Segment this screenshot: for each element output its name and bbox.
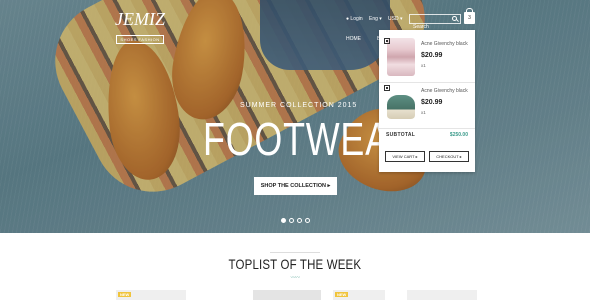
login-label: Login — [350, 16, 363, 22]
slider-dot[interactable] — [305, 218, 310, 223]
product-card[interactable]: NEW — [116, 290, 186, 300]
cart-item-name[interactable]: Acne Givenchy black — [421, 41, 468, 47]
cart-button[interactable]: 3 — [464, 8, 475, 24]
cart-item-qty: x1 — [421, 110, 426, 115]
cart-dropdown: Acne Givenchy black $20.99 x1 Acne Given… — [379, 30, 475, 172]
logo-tagline: SHOES FASHION — [116, 35, 164, 44]
subtotal-value: $250.00 — [449, 132, 468, 138]
cart-item: Acne Givenchy black $20.99 x1 — [379, 82, 475, 128]
search-box — [409, 14, 461, 31]
search-icon[interactable] — [452, 16, 457, 21]
cart-count-badge: 3 — [468, 15, 471, 21]
logo-title: JEMIZ — [115, 9, 165, 29]
product-card[interactable] — [253, 290, 321, 300]
cart-item: Acne Givenchy black $20.99 x1 — [379, 36, 475, 82]
remove-item-icon[interactable] — [384, 85, 390, 91]
remove-item-icon[interactable] — [384, 38, 390, 44]
cart-subtotal: SUBTOTAL $250.00 — [379, 128, 475, 142]
sweater-thumbnail[interactable] — [387, 38, 415, 76]
hero-subtitle: SUMMER COLLECTION 2015 — [240, 102, 358, 109]
page: JEMIZ SHOES FASHION ● Login Eng ▾ USD ▾ … — [0, 0, 590, 300]
user-icon: ● — [346, 16, 350, 22]
section-divider — [270, 252, 320, 253]
hero-banner: JEMIZ SHOES FASHION ● Login Eng ▾ USD ▾ … — [0, 0, 590, 233]
new-badge: NEW — [118, 292, 132, 297]
view-cart-button[interactable]: VIEW CART ▸ — [385, 151, 425, 162]
slider-dot[interactable] — [297, 218, 302, 223]
cart-item-name[interactable]: Acne Givenchy black — [421, 88, 468, 94]
section-title-text: TOPLIST OF THE WEEK — [228, 256, 362, 272]
slider-dot[interactable] — [281, 218, 286, 223]
currency-dropdown[interactable]: USD ▾ — [388, 16, 402, 22]
wave-ornament-icon: 〰〰 — [290, 275, 300, 281]
cart-item-qty: x1 — [421, 63, 426, 68]
cart-item-price: $20.99 — [421, 52, 443, 59]
product-card[interactable]: NEW — [333, 290, 385, 300]
login-link[interactable]: ● Login — [346, 16, 363, 22]
cart-item-price: $20.99 — [421, 99, 443, 106]
nav-item-home[interactable]: HOME — [346, 36, 361, 42]
slider-dots — [281, 218, 310, 223]
checkout-button[interactable]: CHECKOUT ▸ — [429, 151, 469, 162]
logo[interactable]: JEMIZ SHOES FASHION — [112, 10, 168, 46]
section-title: TOPLIST OF THE WEEK — [0, 256, 590, 272]
cart-actions: VIEW CART ▸ CHECKOUT ▸ — [385, 151, 469, 162]
slider-dot[interactable] — [289, 218, 294, 223]
product-card[interactable] — [407, 290, 477, 300]
language-dropdown[interactable]: Eng ▾ — [369, 16, 382, 22]
subtotal-label: SUBTOTAL — [386, 132, 416, 138]
shop-collection-button[interactable]: SHOP THE COLLECTION ▸ — [254, 177, 337, 195]
new-badge: NEW — [335, 292, 349, 297]
boat-shoe-thumbnail[interactable] — [387, 95, 415, 119]
